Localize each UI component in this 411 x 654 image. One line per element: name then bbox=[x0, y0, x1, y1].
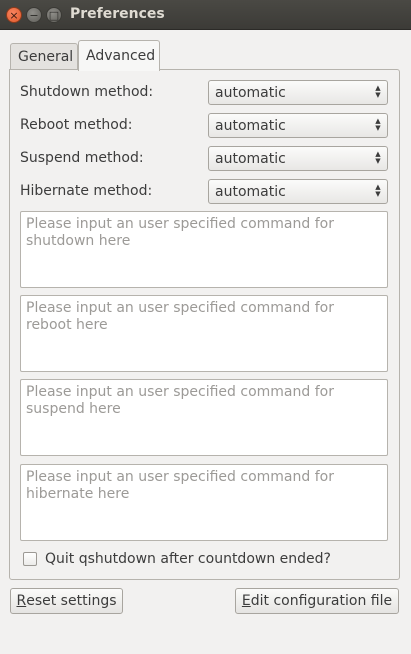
suspend-command-field[interactable]: Please input an user specified command f… bbox=[20, 379, 388, 456]
hibernate-method-value: automatic bbox=[215, 183, 286, 200]
close-icon: × bbox=[9, 8, 19, 22]
minimize-window-button[interactable]: − bbox=[26, 7, 42, 23]
hibernate-method-label: Hibernate method: bbox=[20, 183, 153, 199]
quit-after-countdown-checkbox[interactable] bbox=[23, 552, 37, 566]
updown-arrows-icon: ▲ ▼ bbox=[375, 183, 381, 198]
shutdown-method-value: automatic bbox=[215, 84, 286, 101]
shutdown-method-label: Shutdown method: bbox=[20, 84, 154, 100]
suspend-method-label: Suspend method: bbox=[20, 150, 144, 166]
updown-arrows-icon: ▲ ▼ bbox=[375, 117, 381, 132]
reboot-method-label: Reboot method: bbox=[20, 117, 133, 133]
edit-label: dit configuration file bbox=[250, 593, 393, 609]
suspend-method-value: automatic bbox=[215, 150, 286, 167]
maximize-icon: □ bbox=[48, 8, 60, 22]
reset-settings-button[interactable]: Reset settings bbox=[10, 588, 123, 614]
minimize-icon: − bbox=[29, 8, 39, 22]
shutdown-method-select[interactable]: automatic ▲ ▼ bbox=[208, 80, 388, 105]
edit-configuration-file-button[interactable]: Edit configuration file bbox=[235, 588, 399, 614]
window-title: Preferences bbox=[70, 6, 165, 22]
reboot-method-select[interactable]: automatic ▲ ▼ bbox=[208, 113, 388, 138]
close-window-button[interactable]: × bbox=[6, 7, 22, 23]
tab-advanced[interactable]: Advanced bbox=[78, 40, 160, 71]
edit-mnemonic: E bbox=[241, 593, 251, 609]
quit-after-countdown-label: Quit qshutdown after countdown ended? bbox=[45, 551, 331, 567]
hibernate-command-field[interactable]: Please input an user specified command f… bbox=[20, 464, 388, 541]
suspend-method-select[interactable]: automatic ▲ ▼ bbox=[208, 146, 388, 171]
reset-mnemonic: R bbox=[16, 593, 27, 609]
reset-label: eset settings bbox=[26, 593, 117, 609]
tab-general[interactable]: General bbox=[10, 43, 78, 70]
quit-after-countdown-option[interactable]: Quit qshutdown after countdown ended? bbox=[23, 551, 331, 567]
shutdown-command-field[interactable]: Please input an user specified command f… bbox=[20, 211, 388, 288]
updown-arrows-icon: ▲ ▼ bbox=[375, 150, 381, 165]
maximize-window-button[interactable]: □ bbox=[46, 7, 62, 23]
reboot-method-value: automatic bbox=[215, 117, 286, 134]
updown-arrows-icon: ▲ ▼ bbox=[375, 84, 381, 99]
title-bar: × − □ Preferences bbox=[0, 0, 411, 30]
hibernate-method-select[interactable]: automatic ▲ ▼ bbox=[208, 179, 388, 204]
reboot-command-field[interactable]: Please input an user specified command f… bbox=[20, 295, 388, 372]
